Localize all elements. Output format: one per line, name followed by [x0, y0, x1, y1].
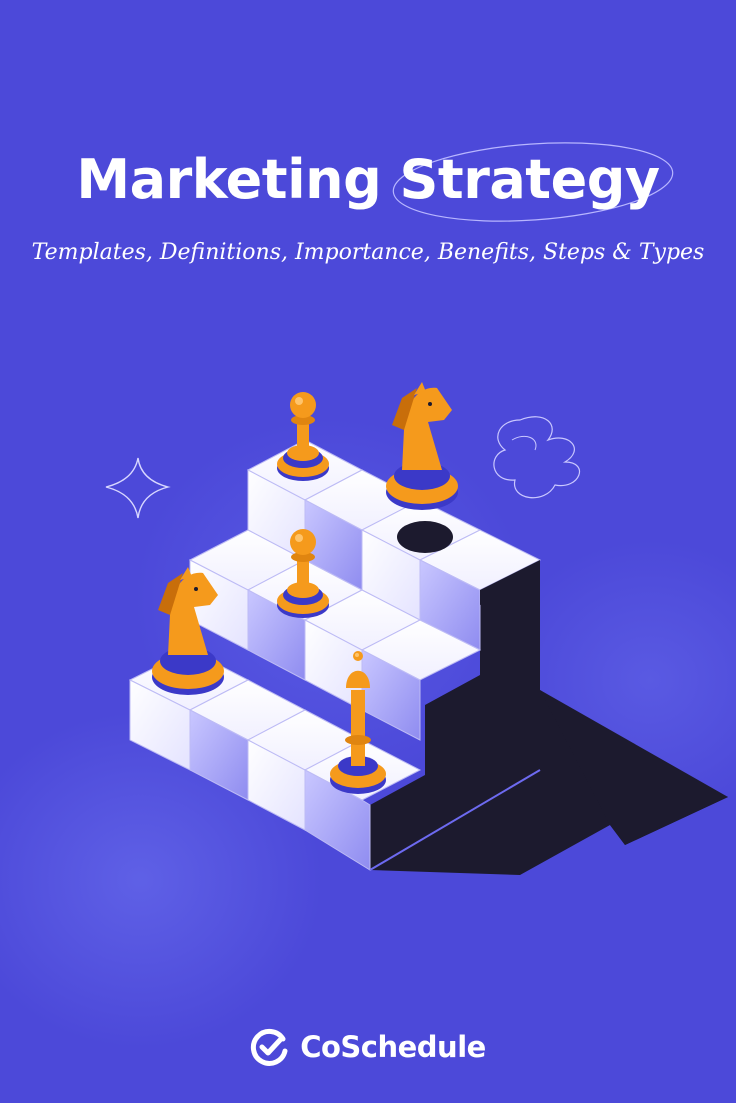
chess-staircase-illustration — [105, 382, 728, 875]
knight-icon — [386, 382, 458, 510]
brand-logo[interactable]: CoSchedule — [0, 1024, 736, 1070]
sparkle-icon — [105, 457, 171, 519]
pawn-icon — [277, 392, 329, 481]
coschedule-check-icon — [251, 1028, 288, 1066]
scribble-icon — [493, 416, 580, 499]
brand-name: CoSchedule — [300, 1030, 486, 1064]
poster: Marketing Strategy Templates, Definition… — [0, 0, 736, 1103]
board-hole — [397, 521, 453, 553]
